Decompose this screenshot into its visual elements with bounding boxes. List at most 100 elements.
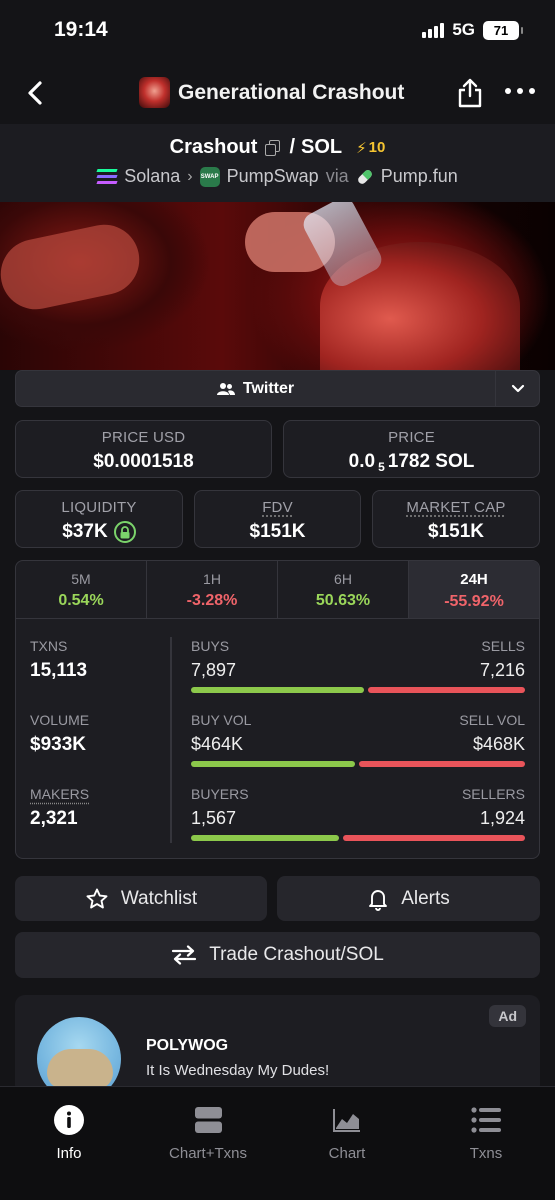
battery-level: 71 [493, 22, 509, 38]
tab-24h-change: -55.92% [444, 593, 504, 610]
liquidity-amount: $37K [62, 521, 108, 542]
tab-chart[interactable]: Chart [287, 1105, 407, 1162]
makers-metric: MAKERS 2,321 [30, 786, 89, 830]
fdv-value: $151K [195, 521, 360, 543]
token-banner-image [0, 202, 555, 370]
mcap-label-wrap: MARKET CAP [373, 499, 539, 516]
info-icon [54, 1105, 84, 1135]
trade-button[interactable]: Trade Crashout/SOL [15, 932, 540, 978]
network-type: 5G [452, 20, 475, 39]
liquidity-card: LIQUIDITY $37K [15, 490, 183, 548]
more-dot-icon [529, 88, 535, 94]
sellers-value: 1,924 [479, 808, 525, 828]
solana-icon [96, 169, 118, 184]
signal-icon [422, 22, 445, 38]
buyers-value: 1,567 [191, 808, 237, 828]
chevron-right-icon: › [187, 167, 193, 185]
timeframe-tabs: 5M 0.54% 1H -3.28% 6H 50.63% 24H -55.92% [16, 561, 539, 619]
tab-6h[interactable]: 6H 50.63% [278, 561, 409, 618]
banner-arm-shape [0, 218, 146, 316]
market-cap-card: MARKET CAP $151K [372, 490, 540, 548]
tab-24h-label: 24H [460, 571, 488, 588]
sell-vol-value: $468K [472, 734, 525, 754]
frog-image [47, 1049, 113, 1089]
ad-card[interactable]: Ad POLYWOG It Is Wednesday My Dudes! [15, 995, 540, 1095]
sells-label: SELLS [481, 638, 525, 654]
volume-split: BUY VOL SELL VOL $464K $468K [191, 712, 525, 767]
chain-name[interactable]: Solana [124, 166, 180, 187]
fdv-label-wrap: FDV [195, 499, 360, 516]
price-zero-count: 5 [378, 460, 385, 474]
buyers-label: BUYERS [191, 786, 249, 802]
fdv-label[interactable]: FDV [262, 499, 293, 516]
more-options-button[interactable] [505, 88, 535, 98]
buy-vol-bar-fill [191, 761, 356, 767]
fdv-amount: $151K [249, 521, 306, 542]
alerts-label: Alerts [401, 887, 450, 909]
page-title: Generational Crashout [178, 80, 405, 104]
back-button[interactable] [22, 78, 50, 108]
status-bar: 19:14 5G 71 [0, 0, 555, 62]
makers-label[interactable]: MAKERS [30, 786, 89, 802]
share-button[interactable] [456, 77, 484, 109]
buys-label: BUYS [191, 638, 230, 654]
sells-value: 7,216 [479, 660, 525, 680]
token-info-panel: Twitter PRICE USD $0.0001518 PRICE 0.0 5 1… [0, 370, 555, 1095]
boost-badge[interactable]: ⚡ 10 [356, 139, 385, 157]
pair-name-row: Crashout / SOL ⚡ 10 [0, 136, 555, 159]
market-cap-amount: $151K [428, 521, 484, 542]
tab-info[interactable]: Info [9, 1105, 129, 1162]
watchlist-button[interactable]: Watchlist [15, 876, 267, 921]
token-title: Generational Crashout [139, 77, 404, 108]
dex-name[interactable]: PumpSwap [227, 166, 319, 187]
boost-count: 10 [368, 139, 386, 156]
tab-5m[interactable]: 5M 0.54% [16, 561, 147, 618]
makers-label-wrap: MAKERS [30, 786, 89, 802]
buy-vol-value: $464K [191, 734, 244, 754]
price-label: PRICE [388, 429, 435, 446]
tab-5m-change: 0.54% [58, 592, 104, 609]
tab-chart-txns-label: Chart+Txns [169, 1145, 247, 1162]
twitter-button[interactable]: Twitter [15, 370, 495, 407]
buys-sells-split: BUYS SELLS 7,897 7,216 [191, 638, 525, 693]
price-usd-amount: $0.0001518 [93, 451, 194, 472]
sellers-bar-fill [342, 835, 525, 841]
price-native-card: PRICE 0.0 5 1782 SOL [283, 420, 540, 478]
tab-24h[interactable]: 24H -55.92% [409, 561, 539, 618]
price-native-value: 0.0 5 1782 SOL [284, 451, 539, 474]
launchpad-name[interactable]: Pump.fun [381, 166, 458, 187]
base-token-symbol: Crashout [169, 136, 258, 158]
buys-sells-bar [191, 687, 525, 693]
txns-metric: TXNS 15,113 [30, 638, 87, 682]
tab-chart-label: Chart [328, 1145, 366, 1162]
sell-vol-bar-fill [359, 761, 525, 767]
buyers-sellers-bar [191, 835, 525, 841]
via-label: via [325, 166, 349, 186]
ad-badge: Ad [489, 1005, 526, 1027]
buy-vol-label: BUY VOL [191, 712, 252, 728]
star-icon [86, 888, 108, 908]
txns-label: TXNS [30, 638, 68, 654]
trade-label: Trade Crashout/SOL [209, 944, 384, 965]
pair-info: Crashout / SOL ⚡ 10 Solana › SWAP PumpSwa… [0, 124, 555, 202]
sell-bar-fill [367, 687, 525, 693]
share-icon [458, 78, 482, 108]
tab-txns[interactable]: Txns [426, 1105, 546, 1162]
twitter-label: Twitter [242, 379, 295, 397]
price-prefix: 0.0 [348, 451, 376, 472]
socials-dropdown-button[interactable] [495, 370, 540, 407]
tab-chart-txns[interactable]: Chart+Txns [148, 1105, 268, 1162]
chevron-left-icon [28, 81, 42, 105]
tab-1h[interactable]: 1H -3.28% [147, 561, 278, 618]
lock-icon[interactable] [113, 521, 136, 543]
volume-value: $933K [30, 734, 86, 755]
copy-icon[interactable] [265, 139, 281, 156]
activity-card: 5M 0.54% 1H -3.28% 6H 50.63% 24H -55.92%… [15, 560, 540, 859]
token-avatar [139, 77, 170, 108]
lightning-icon: ⚡ [356, 139, 367, 157]
chain-info-row: Solana › SWAP PumpSwap via Pump.fun [0, 166, 555, 187]
buyers-sellers-split: BUYERS SELLERS 1,567 1,924 [191, 786, 525, 841]
list-icon [471, 1105, 501, 1135]
alerts-button[interactable]: Alerts [277, 876, 540, 921]
market-cap-label[interactable]: MARKET CAP [406, 499, 505, 516]
